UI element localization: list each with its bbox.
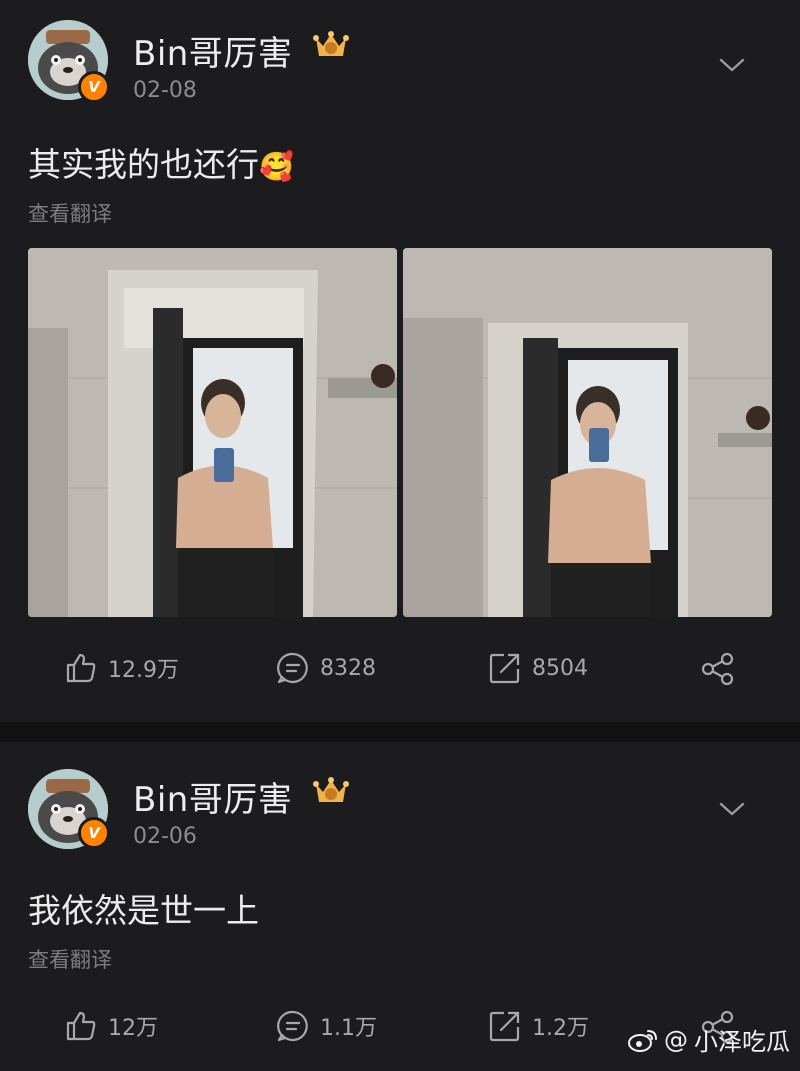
post-text: 我依然是世一上 <box>28 891 259 930</box>
post-date: 02-08 <box>133 78 197 103</box>
member-crown-icon <box>313 777 349 802</box>
repost-button[interactable]: 8504 <box>488 651 588 685</box>
post-photo-1[interactable] <box>28 248 397 617</box>
watermark-account: 小泽吃瓜 <box>694 1028 790 1056</box>
watermark-prefix: @ <box>664 1025 688 1054</box>
share-icon[interactable] <box>700 652 736 686</box>
repost-icon <box>489 653 520 684</box>
post-divider <box>0 722 800 742</box>
like-count: 12.9万 <box>108 658 179 683</box>
like-button[interactable]: 12.9万 <box>64 651 179 685</box>
post-text: 其实我的也还行🥰 <box>28 138 294 186</box>
emoji: 🥰 <box>259 150 294 183</box>
thumbs-up-icon <box>66 653 96 683</box>
thumbs-up-icon <box>66 1011 96 1041</box>
verified-badge: V <box>78 817 110 849</box>
post-photo-2[interactable] <box>403 248 772 617</box>
comment-icon <box>277 1010 308 1042</box>
repost-count: 8504 <box>532 655 588 681</box>
repost-button[interactable]: 1.2万 <box>488 1009 589 1043</box>
like-count: 12万 <box>108 1016 158 1041</box>
comment-icon <box>277 652 308 684</box>
verified-badge: V <box>78 71 110 103</box>
comment-count: 1.1万 <box>320 1016 377 1041</box>
repost-icon <box>489 1011 520 1042</box>
chevron-down-icon[interactable] <box>718 56 746 74</box>
weibo-logo-icon <box>628 1029 657 1052</box>
watermark: @ 小泽吃瓜 <box>628 1022 790 1057</box>
author-name[interactable]: Bin哥厉害 <box>133 772 292 821</box>
post-text-body: 其实我的也还行 <box>28 145 259 184</box>
member-crown-icon <box>313 31 349 56</box>
chevron-down-icon[interactable] <box>718 800 746 818</box>
translate-link[interactable]: 查看翻译 <box>28 198 112 228</box>
post-date: 02-06 <box>133 824 197 849</box>
repost-count: 1.2万 <box>532 1016 589 1041</box>
author-name[interactable]: Bin哥厉害 <box>133 26 292 75</box>
like-button[interactable]: 12万 <box>64 1009 158 1043</box>
comment-button[interactable]: 8328 <box>276 651 376 685</box>
post-card[interactable]: V Bin哥厉害 02-08 其实我的也还行🥰 查看翻译 12.9万 8328 … <box>0 0 800 722</box>
comment-count: 8328 <box>320 655 376 681</box>
comment-button[interactable]: 1.1万 <box>276 1009 377 1043</box>
translate-link[interactable]: 查看翻译 <box>28 944 112 974</box>
